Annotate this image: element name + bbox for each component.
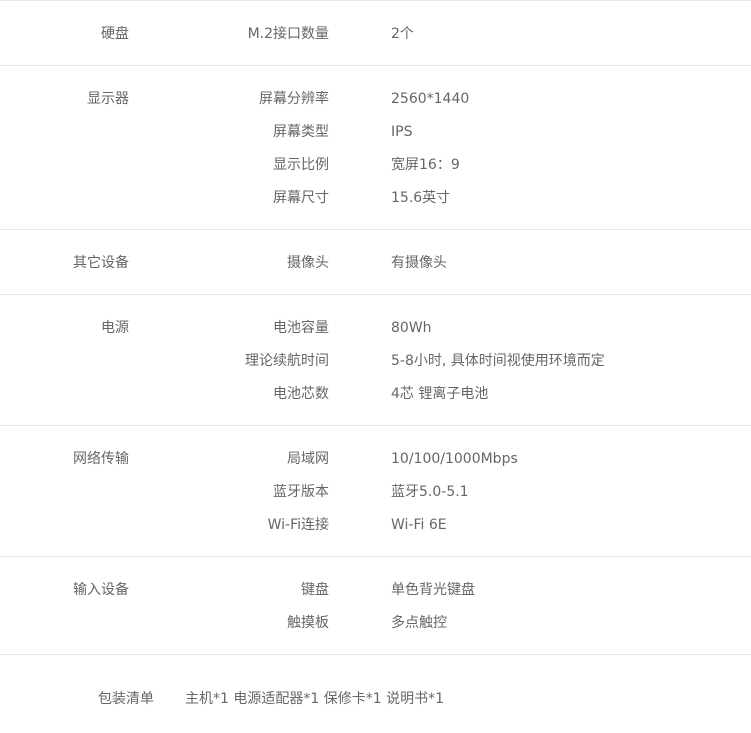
spec-group-display: 显示器 屏幕分辨率 2560*1440 屏幕类型 IPS 显示比例 宽屏16：9… bbox=[0, 65, 751, 229]
spec-row: 屏幕类型 IPS bbox=[0, 115, 751, 148]
category-label: 电源 bbox=[101, 320, 129, 336]
spec-value: 2560*1440 bbox=[391, 90, 470, 107]
spec-key: 蓝牙版本 bbox=[273, 483, 329, 500]
spec-value: 单色背光键盘 bbox=[391, 581, 475, 598]
spec-key: 屏幕尺寸 bbox=[273, 189, 329, 206]
spec-value: 80Wh bbox=[391, 319, 432, 336]
category-label: 硬盘 bbox=[101, 26, 129, 42]
package-label: 包装清单 bbox=[98, 691, 154, 707]
spec-value: 5-8小时, 具体时间视使用环境而定 bbox=[391, 352, 605, 369]
spec-value: 多点触控 bbox=[391, 614, 447, 631]
spec-group-input-devices: 输入设备 键盘 单色背光键盘 触摸板 多点触控 bbox=[0, 556, 751, 654]
category-label: 其它设备 bbox=[73, 255, 129, 271]
package-list: 包装清单 主机*1 电源适配器*1 保修卡*1 说明书*1 bbox=[0, 654, 751, 733]
spec-group-storage: 硬盘 M.2接口数量 2个 bbox=[0, 0, 751, 65]
spec-value: 宽屏16：9 bbox=[391, 156, 460, 173]
spec-row: 理论续航时间 5-8小时, 具体时间视使用环境而定 bbox=[0, 344, 751, 377]
spec-row: 电池芯数 4芯 锂离子电池 bbox=[0, 377, 751, 410]
spec-value: 10/100/1000Mbps bbox=[391, 450, 518, 467]
spec-value: 15.6英寸 bbox=[391, 189, 451, 206]
spec-key: 电池芯数 bbox=[273, 385, 329, 402]
spec-value: 有摄像头 bbox=[391, 254, 447, 271]
spec-value: IPS bbox=[391, 123, 413, 140]
spec-value: 4芯 锂离子电池 bbox=[391, 385, 489, 402]
spec-row: Wi-Fi连接 Wi-Fi 6E bbox=[0, 508, 751, 541]
spec-key: 触摸板 bbox=[287, 614, 329, 631]
package-contents: 主机*1 电源适配器*1 保修卡*1 说明书*1 bbox=[185, 691, 444, 707]
spec-key: 理论续航时间 bbox=[245, 352, 329, 369]
category-label: 输入设备 bbox=[73, 582, 129, 598]
category-label: 网络传输 bbox=[73, 451, 129, 467]
spec-value: Wi-Fi 6E bbox=[391, 516, 447, 533]
spec-value: 2个 bbox=[391, 25, 414, 42]
spec-group-other-devices: 其它设备 摄像头 有摄像头 bbox=[0, 229, 751, 294]
spec-row: 屏幕尺寸 15.6英寸 bbox=[0, 181, 751, 214]
spec-key: 屏幕类型 bbox=[273, 123, 329, 140]
spec-value: 蓝牙5.0-5.1 bbox=[391, 483, 469, 500]
spec-group-power: 电源 电池容量 80Wh 理论续航时间 5-8小时, 具体时间视使用环境而定 电… bbox=[0, 294, 751, 425]
spec-group-network: 网络传输 局域网 10/100/1000Mbps 蓝牙版本 蓝牙5.0-5.1 … bbox=[0, 425, 751, 556]
spec-row: 蓝牙版本 蓝牙5.0-5.1 bbox=[0, 475, 751, 508]
spec-key: Wi-Fi连接 bbox=[267, 516, 329, 533]
spec-row: 显示比例 宽屏16：9 bbox=[0, 148, 751, 181]
spec-table: 硬盘 M.2接口数量 2个 显示器 屏幕分辨率 2560*1440 屏幕类型 I… bbox=[0, 0, 751, 733]
spec-row: 触摸板 多点触控 bbox=[0, 606, 751, 639]
spec-key: 显示比例 bbox=[273, 156, 329, 173]
category-label: 显示器 bbox=[87, 91, 129, 107]
